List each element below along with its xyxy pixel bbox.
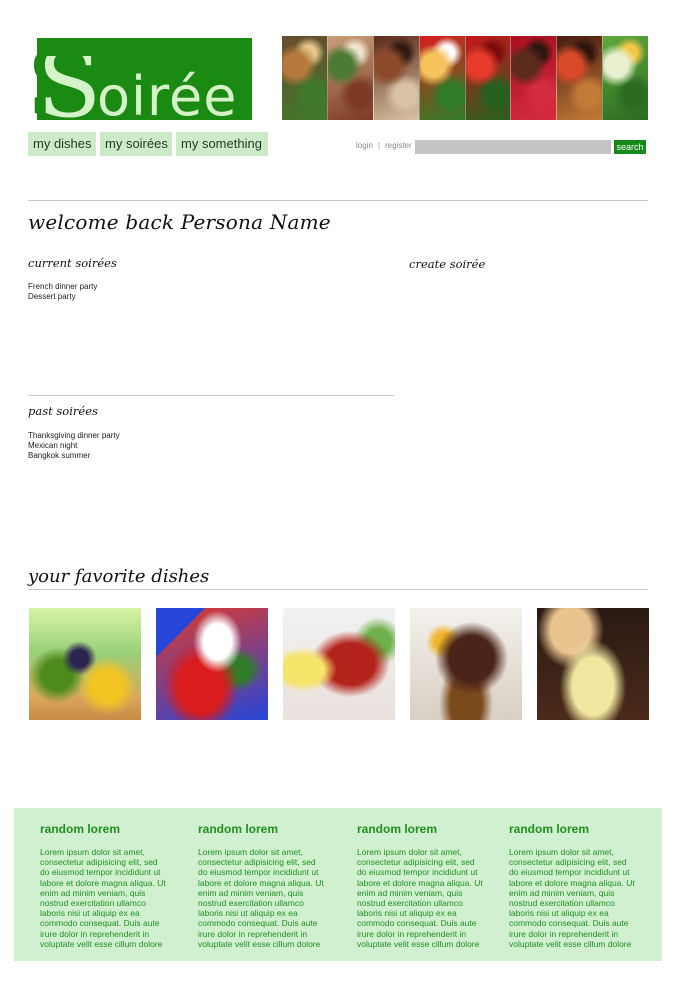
soiree-logo-icon: S S oirée xyxy=(26,30,252,124)
search-input[interactable] xyxy=(415,140,611,154)
burger-photo xyxy=(282,36,327,120)
past-soirees-list: Thanksgiving dinner party Mexican night … xyxy=(28,431,120,461)
current-soirees-list: French dinner party Dessert party xyxy=(28,282,97,302)
section-divider xyxy=(28,395,394,396)
footer-column: random lorem Lorem ipsum dolor sit amet,… xyxy=(40,822,168,949)
site-logo[interactable]: S S oirée xyxy=(20,12,270,124)
footer-column: random lorem Lorem ipsum dolor sit amet,… xyxy=(509,822,637,949)
list-item[interactable]: Thanksgiving dinner party xyxy=(28,431,120,441)
past-soirees-heading: past soirées xyxy=(28,404,98,418)
footer: random lorem Lorem ipsum dolor sit amet,… xyxy=(14,808,662,961)
soup-bread-photo[interactable] xyxy=(537,608,649,720)
grilled-meat-photo xyxy=(372,36,419,120)
tomatoes-vine-photo xyxy=(464,36,511,120)
bruschetta-photo xyxy=(556,36,603,120)
main-nav: my dishes my soirées my something xyxy=(28,132,268,156)
footer-column-title: random lorem xyxy=(40,822,121,836)
nav-my-dishes[interactable]: my dishes xyxy=(28,132,96,156)
search-button[interactable]: search xyxy=(614,140,646,154)
caprese-skewer-photo[interactable] xyxy=(156,608,268,720)
register-link[interactable]: register xyxy=(385,141,412,150)
header-divider xyxy=(28,200,648,201)
salad-photo xyxy=(602,36,648,120)
list-item[interactable]: Dessert party xyxy=(28,292,97,302)
login-link[interactable]: login xyxy=(356,141,373,150)
create-soiree-link[interactable]: create soirée xyxy=(409,257,485,271)
footer-column-title: random lorem xyxy=(198,822,279,836)
footer-column-title: random lorem xyxy=(357,822,438,836)
footer-column: random lorem Lorem ipsum dolor sit amet,… xyxy=(198,822,326,949)
fruit-tart-photo[interactable] xyxy=(29,608,141,720)
nav-my-soirees[interactable]: my soirées xyxy=(100,132,172,156)
list-item[interactable]: Mexican night xyxy=(28,441,120,451)
nav-my-something[interactable]: my something xyxy=(176,132,268,156)
footer-column-text: Lorem ipsum dolor sit amet, consectetur … xyxy=(198,847,324,949)
favorite-dishes-heading: your favorite dishes xyxy=(28,566,210,587)
current-soirees-heading: current soirées xyxy=(28,256,117,270)
svg-text:oirée: oirée xyxy=(97,65,238,124)
list-item[interactable]: Bangkok summer xyxy=(28,451,120,461)
tomato-cheese-photo xyxy=(418,36,465,120)
footer-column-text: Lorem ipsum dolor sit amet, consectetur … xyxy=(509,847,635,949)
footer-column: random lorem Lorem ipsum dolor sit amet,… xyxy=(357,822,485,949)
footer-column-title: random lorem xyxy=(509,822,590,836)
steak-potatoes-photo[interactable] xyxy=(410,608,522,720)
footer-column-text: Lorem ipsum dolor sit amet, consectetur … xyxy=(40,847,166,949)
footer-column-text: Lorem ipsum dolor sit amet, consectetur … xyxy=(357,847,483,949)
auth-separator: | xyxy=(377,141,380,150)
grilled-sausage-photo[interactable] xyxy=(283,608,395,720)
raspberry-cake-photo xyxy=(510,36,557,120)
list-item[interactable]: French dinner party xyxy=(28,282,97,292)
auth-links: login | register xyxy=(356,141,412,150)
favorites-divider xyxy=(28,589,648,590)
herb-steak-photo xyxy=(326,36,373,120)
favorite-dishes-row xyxy=(29,608,649,720)
food-banner xyxy=(282,36,648,120)
welcome-heading: welcome back Persona Name xyxy=(28,210,331,234)
